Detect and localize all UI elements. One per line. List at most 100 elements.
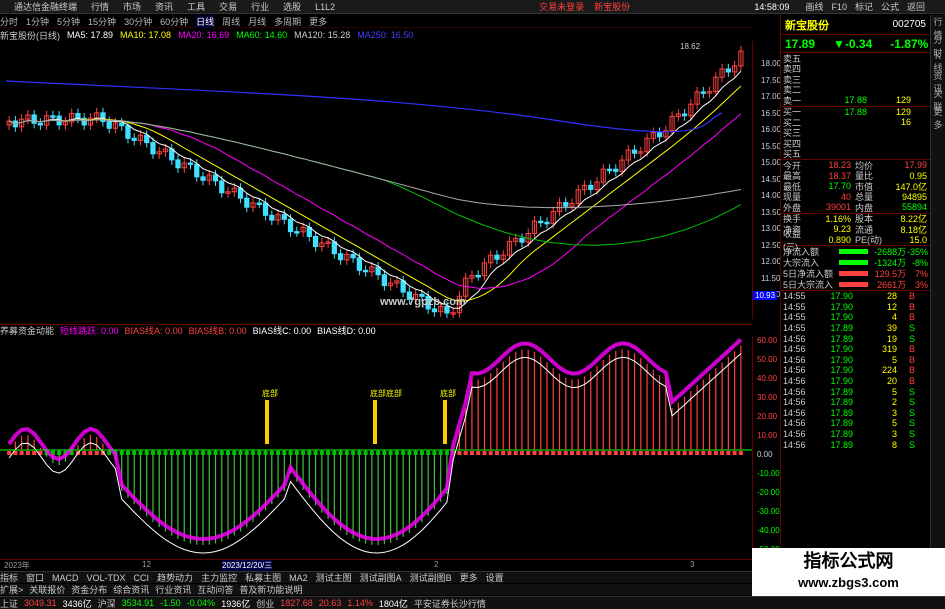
tick-direction: B [908, 354, 915, 365]
tick-row: 14:55 17.89 39 S [781, 323, 930, 334]
signal-block [676, 451, 681, 455]
candle-body [194, 163, 200, 178]
tick-row: 14:56 17.89 3 S [781, 408, 930, 419]
period-tab[interactable]: 5分钟 [57, 15, 80, 28]
indicator-tab[interactable]: 测试副图A [360, 571, 402, 584]
signal-block [457, 451, 462, 455]
indicator-tab[interactable]: MACD [52, 573, 79, 583]
signal-block [376, 451, 381, 455]
toolbar-button[interactable]: 返回 [907, 0, 925, 13]
signal-block [188, 451, 193, 455]
signal-block [544, 451, 549, 455]
side-button[interactable]: 关联 [931, 87, 945, 112]
title-center-item[interactable]: 新宝股份 [594, 0, 630, 13]
title-center-item[interactable]: 交易未登录 [539, 0, 584, 13]
high-label: 18.62 [680, 42, 701, 51]
tick-volume: 8 [891, 439, 897, 450]
tick-direction: B [908, 301, 915, 312]
signal-block [538, 451, 543, 455]
flow-bar [838, 282, 869, 287]
bottom-signal-label: 底部底部 [370, 388, 402, 398]
period-tab[interactable]: 60分钟 [160, 15, 188, 28]
candle-body [106, 121, 112, 129]
candle-body [287, 218, 294, 233]
candle-body [613, 168, 619, 172]
period-tab[interactable]: 1分钟 [26, 15, 49, 28]
signal-block [670, 451, 675, 455]
toolbar-button[interactable]: 公式 [881, 0, 899, 13]
toolbar-button[interactable]: F10 [831, 2, 847, 12]
bid-book: 买一 17.88 129 买二 16 买三 买四 买五 [781, 107, 930, 160]
watermark-corner: 指标公式网 www.zbgs3.com [752, 548, 945, 596]
signal-block [444, 451, 449, 455]
info-tab[interactable]: 综合资讯 [113, 583, 149, 596]
signal-block [157, 451, 162, 455]
tick-time: 14:55 [783, 291, 806, 302]
signal-block [119, 451, 124, 455]
signal-block [182, 451, 187, 455]
status-bar: 上证 3049.31 3436亿 沪深 3534.91 -1.50 -0.04% 1936亿创… [0, 596, 945, 609]
period-tab[interactable]: 日线 [196, 14, 215, 28]
bottom-signal-label: 底部 [440, 388, 456, 398]
status-item: 平安证券长沙行情 [413, 598, 486, 609]
price-tick: 18.00 [761, 59, 782, 68]
toolbar-button[interactable]: 画线 [805, 0, 823, 13]
signal-block [25, 451, 30, 455]
status-item: 3436亿 [62, 598, 92, 609]
tick-volume: 28 [886, 291, 897, 302]
tick-volume: 319 [881, 344, 897, 355]
indicator-chart[interactable]: 底部 底部底部 底部 [0, 336, 752, 558]
info-tab[interactable]: 普及新功能说明 [239, 583, 302, 596]
indicator-tick: -30.00 [757, 507, 780, 516]
ma10-line [8, 85, 742, 302]
period-tab[interactable]: 分时 [0, 15, 18, 28]
candlestick-chart[interactable]: 18.62 [0, 41, 752, 319]
indicator-tab[interactable]: 设置 [486, 571, 504, 584]
period-tab[interactable]: 更多 [309, 15, 327, 28]
ma-value: MA60: 14.60 [236, 30, 288, 40]
info-tab[interactable]: 关联报价 [29, 583, 65, 596]
signal-block [288, 451, 293, 455]
period-tab[interactable]: 月线 [248, 15, 266, 28]
menu-item[interactable]: 行情 [91, 0, 109, 13]
menu-item[interactable]: 市场 [123, 0, 141, 13]
period-tab[interactable]: 周线 [222, 15, 240, 28]
indicator-tab[interactable]: 更多 [460, 571, 478, 584]
candle-body [681, 113, 688, 117]
period-tab[interactable]: 多周期 [274, 15, 301, 28]
period-tab[interactable]: 30分钟 [124, 15, 152, 28]
price-tick: 13.50 [761, 207, 782, 217]
indicator-tab[interactable]: 测试副图B [410, 571, 452, 584]
toolbar-button[interactable]: 标记 [855, 0, 873, 13]
tick-volume: 4 [891, 312, 897, 323]
info-tab[interactable]: 互动问答 [197, 583, 233, 596]
price-tick: 10.93 [753, 291, 778, 300]
info-tab[interactable]: 扩展> [0, 583, 23, 596]
indicator-tab[interactable]: 测试主图 [316, 571, 352, 584]
period-tab[interactable]: 15分钟 [88, 15, 116, 28]
menu-item[interactable]: 资讯 [155, 0, 173, 13]
indicator-tab[interactable]: VOL-TDX [87, 573, 126, 583]
side-button[interactable]: 更多 [931, 105, 945, 130]
info-tab[interactable]: 资金分布 [71, 583, 107, 596]
side-button[interactable]: 行情 [931, 15, 945, 40]
tick-list[interactable]: 14:55 17.90 28 B 14:55 17.90 12 B 14:55 17.90 4 B 14… [781, 291, 930, 450]
indicator-tab[interactable]: MA2 [289, 573, 308, 583]
signal-block [438, 451, 443, 455]
ma-value: MA250: 16.50 [357, 30, 414, 40]
candle-body [631, 149, 638, 154]
signal-block [294, 451, 299, 455]
menu-item[interactable]: 交易 [219, 0, 237, 13]
menu-item[interactable]: 选股 [283, 0, 301, 13]
bottom-signal-bar [373, 400, 377, 444]
info-tab[interactable]: 行业资讯 [155, 583, 191, 596]
signal-block [720, 451, 725, 455]
bottom-signal-label: 底部 [262, 388, 278, 398]
menu-item[interactable]: 行业 [251, 0, 269, 13]
tick-direction: S [908, 418, 915, 429]
menu-item[interactable]: 工具 [187, 0, 205, 13]
menu-item[interactable]: L1L2 [315, 2, 335, 12]
quote-header: 新宝股份 002705 [781, 15, 930, 35]
signal-block [138, 451, 143, 455]
indicator-tab[interactable]: CCI [134, 573, 150, 583]
